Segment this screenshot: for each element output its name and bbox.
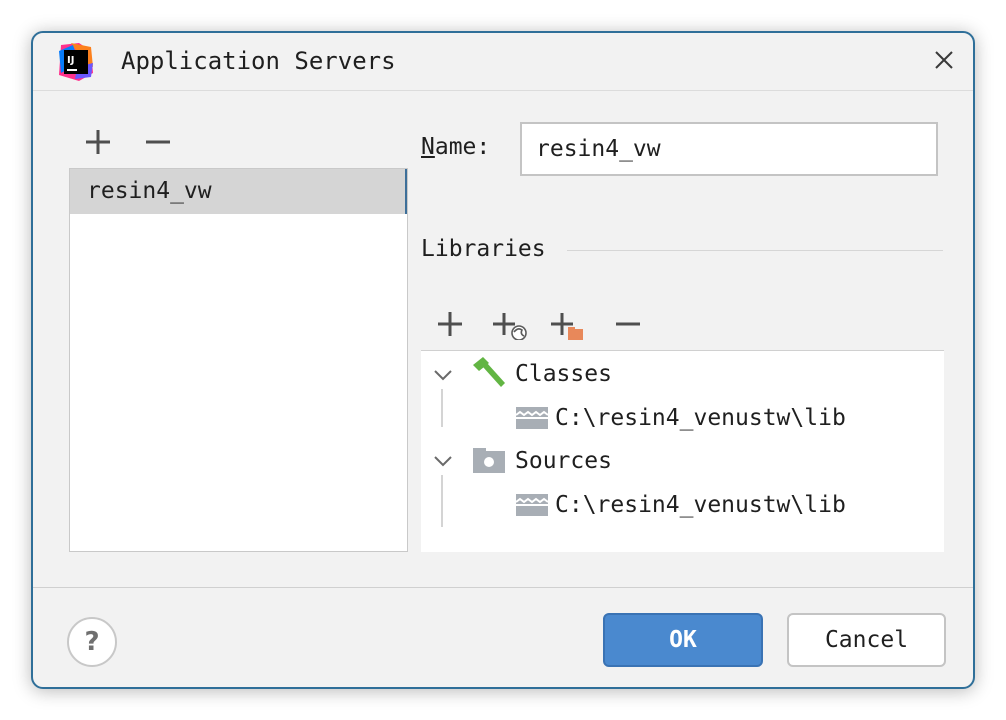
libraries-tree[interactable]: Classes C:\resin4_venustw\lib Sources C:…: [421, 350, 944, 552]
tree-node-classes-path[interactable]: C:\resin4_venustw\lib: [555, 405, 846, 431]
remove-server-button[interactable]: [142, 126, 174, 158]
plus-folder-icon: [551, 313, 583, 340]
chevron-down-icon[interactable]: [431, 449, 455, 473]
jar-archive-icon: [515, 407, 549, 429]
tree-guide-line: [441, 475, 443, 527]
close-icon[interactable]: [931, 47, 957, 73]
name-label: Name:: [421, 134, 490, 160]
add-library-button[interactable]: [434, 308, 466, 340]
plus-icon: [86, 130, 110, 154]
tree-guide-line: [441, 389, 443, 427]
name-label-mnemonic: N: [421, 134, 435, 160]
tree-node-sources-path[interactable]: C:\resin4_venustw\lib: [555, 492, 846, 518]
help-icon: ?: [84, 627, 100, 657]
add-external-library-button[interactable]: [489, 308, 529, 340]
name-label-text: ame:: [434, 134, 491, 160]
jar-archive-icon: [515, 494, 549, 516]
tree-node-classes[interactable]: Classes: [515, 361, 612, 387]
server-item-label: resin4_vw: [87, 178, 212, 204]
libraries-separator: [567, 250, 943, 251]
application-servers-dialog: IJ Application Servers resin4_vw Name: L…: [31, 31, 975, 689]
add-server-button[interactable]: [82, 126, 114, 158]
plus-globe-icon: [493, 313, 527, 340]
ok-button[interactable]: OK: [603, 613, 763, 667]
remove-library-button[interactable]: [612, 308, 644, 340]
server-list-item[interactable]: resin4_vw: [70, 169, 407, 214]
footer-separator: [33, 587, 973, 588]
svg-text:IJ: IJ: [67, 55, 74, 66]
libraries-title: Libraries: [421, 236, 546, 262]
cancel-button[interactable]: Cancel: [787, 613, 946, 667]
intellij-idea-logo-icon: IJ: [59, 43, 93, 81]
title-bar: IJ Application Servers: [33, 33, 973, 91]
name-input[interactable]: [520, 122, 938, 176]
plus-icon: [438, 312, 462, 336]
source-folder-icon: [473, 448, 505, 473]
help-button[interactable]: ?: [67, 617, 117, 667]
add-library-folder-button[interactable]: [547, 308, 587, 340]
server-list[interactable]: resin4_vw: [69, 168, 408, 552]
tree-node-sources[interactable]: Sources: [515, 448, 612, 474]
dialog-title: Application Servers: [121, 47, 396, 75]
chevron-down-icon[interactable]: [431, 363, 455, 387]
hammer-icon: [473, 357, 505, 387]
